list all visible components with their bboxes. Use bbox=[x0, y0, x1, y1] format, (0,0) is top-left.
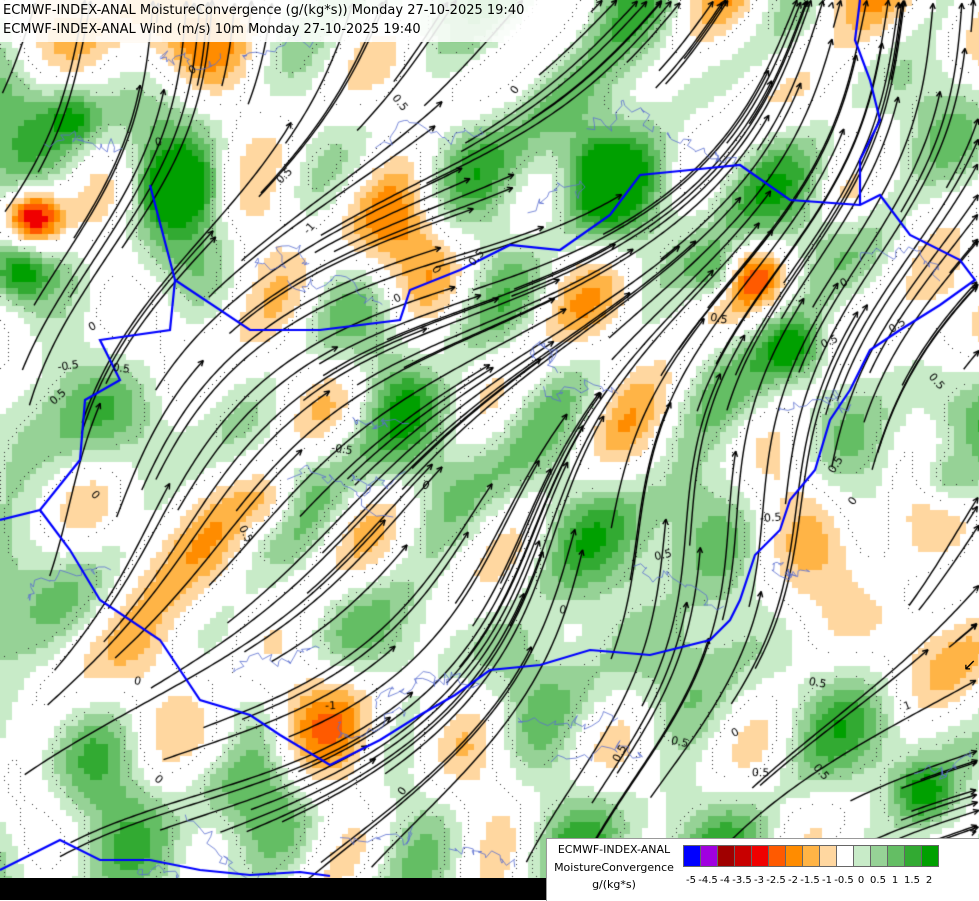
color-legend: ECMWF-INDEX-ANAL MoistureConvergence g/(… bbox=[546, 838, 979, 901]
legend-tick-label: 1.5 bbox=[904, 875, 920, 886]
legend-swatch bbox=[802, 845, 820, 867]
legend-parameter: MoistureConvergence bbox=[554, 861, 674, 874]
legend-swatch bbox=[819, 845, 837, 867]
legend-swatch bbox=[836, 845, 854, 867]
legend-swatch bbox=[768, 845, 786, 867]
legend-tick-label: -4.5 bbox=[698, 875, 718, 886]
legend-tick-label: -0.5 bbox=[834, 875, 854, 886]
legend-tick-label: -4 bbox=[720, 875, 730, 886]
legend-unit: g/(kg*s) bbox=[592, 878, 636, 891]
legend-swatch bbox=[717, 845, 735, 867]
legend-tick-label: -2.5 bbox=[766, 875, 786, 886]
legend-tick-label: 0.5 bbox=[870, 875, 886, 886]
legend-source: ECMWF-INDEX-ANAL bbox=[557, 843, 671, 856]
no-data-strip bbox=[0, 878, 546, 900]
legend-tick-label: -5 bbox=[686, 875, 696, 886]
moisture-convergence-map bbox=[0, 0, 979, 900]
legend-swatch bbox=[887, 845, 905, 867]
legend-tick-label: -3 bbox=[754, 875, 764, 886]
legend-swatch bbox=[751, 845, 769, 867]
legend-swatch bbox=[683, 845, 701, 867]
legend-tick-label: -2 bbox=[788, 875, 798, 886]
legend-tick-label: -1.5 bbox=[800, 875, 820, 886]
legend-tick-label: 1 bbox=[891, 875, 899, 886]
legend-swatch bbox=[870, 845, 888, 867]
legend-swatches bbox=[683, 845, 939, 867]
legend-tick-label: 0 bbox=[857, 875, 865, 886]
legend-swatch bbox=[853, 845, 871, 867]
legend-swatch bbox=[734, 845, 752, 867]
title-wind: ECMWF-INDEX-ANAL Wind (m/s) 10m Monday 2… bbox=[3, 22, 421, 37]
legend-ticks: -5 -4.5 -4 -3.5 -3 -2.5 -2 -1.5 -1 -0.5 0 0.5 1 1.5 2 bbox=[683, 875, 979, 891]
legend-tick-label: -3.5 bbox=[732, 875, 752, 886]
legend-tick-label: 2 bbox=[925, 875, 933, 886]
legend-swatch bbox=[904, 845, 922, 867]
wind-arrow-icon: ↙ bbox=[963, 655, 977, 674]
legend-swatch bbox=[785, 845, 803, 867]
title-moisture-convergence: ECMWF-INDEX-ANAL MoistureConvergence (g/… bbox=[3, 3, 525, 18]
legend-swatch bbox=[921, 845, 939, 867]
legend-swatch bbox=[700, 845, 718, 867]
map-title-box: ECMWF-INDEX-ANAL MoistureConvergence (g/… bbox=[0, 0, 540, 42]
legend-tick-label: -1 bbox=[822, 875, 832, 886]
